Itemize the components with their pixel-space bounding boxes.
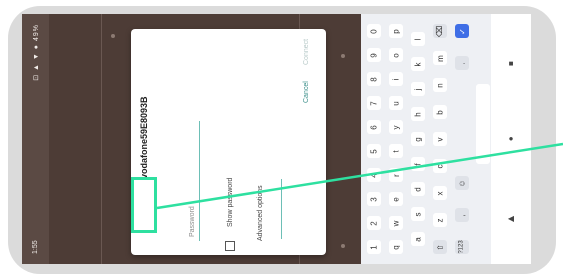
key-3[interactable]: 3 <box>367 192 381 206</box>
key-x[interactable]: x <box>433 186 447 200</box>
password-placeholder: Password <box>189 206 196 237</box>
key-backspace[interactable]: ⌫ <box>433 24 447 38</box>
status-icons: ⊡ ▲ ▼ ● 49% <box>32 24 40 81</box>
navigation-bar: ◀ ● ■ <box>491 14 531 264</box>
recents-icon[interactable]: ■ <box>507 59 515 68</box>
background-icon <box>341 54 345 58</box>
cancel-button[interactable]: Cancel <box>303 81 310 103</box>
key-m[interactable]: m <box>433 51 447 65</box>
key-r[interactable]: r <box>389 168 403 182</box>
connect-button[interactable]: Connect <box>303 39 310 65</box>
device-screen: 1:55 ⊡ ▲ ▼ ● 49% vodafone59E8093B Passwo… <box>22 14 531 264</box>
key-c[interactable]: c <box>433 159 447 173</box>
keyboard-gap <box>455 88 469 158</box>
key-1[interactable]: 1 <box>367 240 381 254</box>
status-bar: 1:55 ⊡ ▲ ▼ ● 49% <box>22 14 49 264</box>
key-s[interactable]: s <box>411 207 425 221</box>
key-9[interactable]: 9 <box>367 48 381 62</box>
key-2[interactable]: 2 <box>367 216 381 230</box>
key-6[interactable]: 6 <box>367 120 381 134</box>
key-period[interactable]: . <box>455 56 469 70</box>
key-o[interactable]: o <box>389 48 403 62</box>
dialog-title: vodafone59E8093B <box>139 96 149 179</box>
key-z[interactable]: z <box>433 213 447 227</box>
key-u[interactable]: u <box>389 96 403 110</box>
key-b[interactable]: b <box>433 105 447 119</box>
keyboard-row-function: ?123 , ☺ . ✓ <box>453 24 471 254</box>
key-p[interactable]: p <box>389 24 403 38</box>
background-app-dimmed: vodafone59E8093B Password Show password … <box>49 14 361 264</box>
dialog-divider <box>281 179 292 239</box>
on-screen-keyboard: 1 2 3 4 5 6 7 8 9 0 q w e r t y u i o p … <box>361 14 491 264</box>
key-5[interactable]: 5 <box>367 144 381 158</box>
key-7[interactable]: 7 <box>367 96 381 110</box>
password-field-highlight <box>131 177 157 233</box>
key-k[interactable]: k <box>411 57 425 71</box>
keyboard-row-numbers: 1 2 3 4 5 6 7 8 9 0 <box>365 24 383 254</box>
key-a[interactable]: a <box>411 232 425 246</box>
key-v[interactable]: v <box>433 132 447 146</box>
key-comma[interactable]: , <box>455 208 469 222</box>
key-4[interactable]: 4 <box>367 168 381 182</box>
key-n[interactable]: n <box>433 78 447 92</box>
keyboard-row-bottom: ⇧ z x c v b n m ⌫ <box>431 24 449 254</box>
wifi-connect-dialog: vodafone59E8093B Password Show password … <box>131 29 326 255</box>
key-enter-action[interactable]: ✓ <box>455 24 469 38</box>
key-i[interactable]: i <box>389 72 403 86</box>
key-w[interactable]: w <box>389 216 403 230</box>
key-y[interactable]: y <box>389 120 403 134</box>
key-8[interactable]: 8 <box>367 72 381 86</box>
background-icon <box>111 34 115 38</box>
keyboard-row-home: a s d f g h j k l <box>409 32 427 246</box>
key-symbols[interactable]: ?123 <box>455 240 469 254</box>
keyboard-row-top: q w e r t y u i o p <box>387 24 405 254</box>
key-e[interactable]: e <box>389 192 403 206</box>
emoji-icon[interactable]: ☺ <box>455 176 469 190</box>
key-d[interactable]: d <box>411 182 425 196</box>
key-t[interactable]: t <box>389 144 403 158</box>
key-space[interactable] <box>476 84 490 164</box>
key-g[interactable]: g <box>411 132 425 146</box>
status-time: 1:55 <box>32 240 39 254</box>
key-f[interactable]: f <box>411 157 425 171</box>
show-password-label: Show password <box>227 177 234 227</box>
home-icon[interactable]: ● <box>507 134 515 143</box>
background-icon <box>341 244 345 248</box>
key-j[interactable]: j <box>411 82 425 96</box>
key-0[interactable]: 0 <box>367 24 381 38</box>
key-h[interactable]: h <box>411 107 425 121</box>
key-l[interactable]: l <box>411 32 425 46</box>
advanced-options-label[interactable]: Advanced options <box>257 185 264 241</box>
key-q[interactable]: q <box>389 240 403 254</box>
show-password-checkbox[interactable] <box>225 241 235 251</box>
back-icon[interactable]: ◀ <box>507 214 515 223</box>
key-shift[interactable]: ⇧ <box>433 240 447 254</box>
